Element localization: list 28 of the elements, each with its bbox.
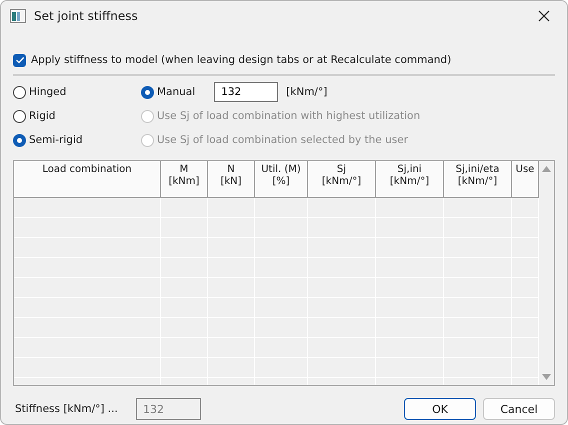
radio-label: Semi-rigid bbox=[29, 134, 83, 146]
radio-button[interactable] bbox=[13, 86, 26, 98]
radio-label: Manual bbox=[157, 86, 196, 98]
radio-label: Use Sj of load combination selected by the user bbox=[157, 134, 408, 146]
radio-button[interactable] bbox=[141, 86, 154, 98]
window-title: Set joint stiffness bbox=[34, 9, 138, 23]
ok-button[interactable]: OK bbox=[404, 398, 476, 420]
unit-label: [kNm/°] bbox=[286, 86, 328, 98]
column-header[interactable]: M [kNm] bbox=[161, 161, 208, 197]
cancel-button[interactable]: Cancel bbox=[483, 398, 555, 420]
close-icon bbox=[538, 10, 550, 22]
column-header[interactable]: Use bbox=[512, 161, 539, 197]
column-header[interactable]: Sj [kNm/°] bbox=[308, 161, 376, 197]
column-header[interactable]: Sj,ini [kNm/°] bbox=[376, 161, 444, 197]
stiffness-label: Stiffness [kNm/°] ... bbox=[14, 403, 119, 415]
radio-label: Use Sj of load combination with highest utilization bbox=[157, 110, 420, 122]
checkbox[interactable] bbox=[13, 54, 26, 66]
column-header[interactable]: N [kN] bbox=[208, 161, 255, 197]
column-header[interactable]: Load combination bbox=[14, 161, 161, 197]
checkbox-label: Apply stiffness to model (when leaving design tabs or at Recalculate command) bbox=[31, 54, 452, 66]
radio-label: Hinged bbox=[29, 86, 66, 98]
column-header[interactable]: Sj,ini/eta [kNm/°] bbox=[444, 161, 512, 197]
app-icon bbox=[10, 9, 26, 23]
column-header[interactable]: Util. (M) [%] bbox=[255, 161, 308, 197]
radio-button[interactable] bbox=[13, 134, 26, 146]
radio-button[interactable] bbox=[13, 110, 26, 122]
radio-label: Rigid bbox=[29, 110, 56, 122]
stiffness-field[interactable]: 132 bbox=[214, 82, 278, 102]
